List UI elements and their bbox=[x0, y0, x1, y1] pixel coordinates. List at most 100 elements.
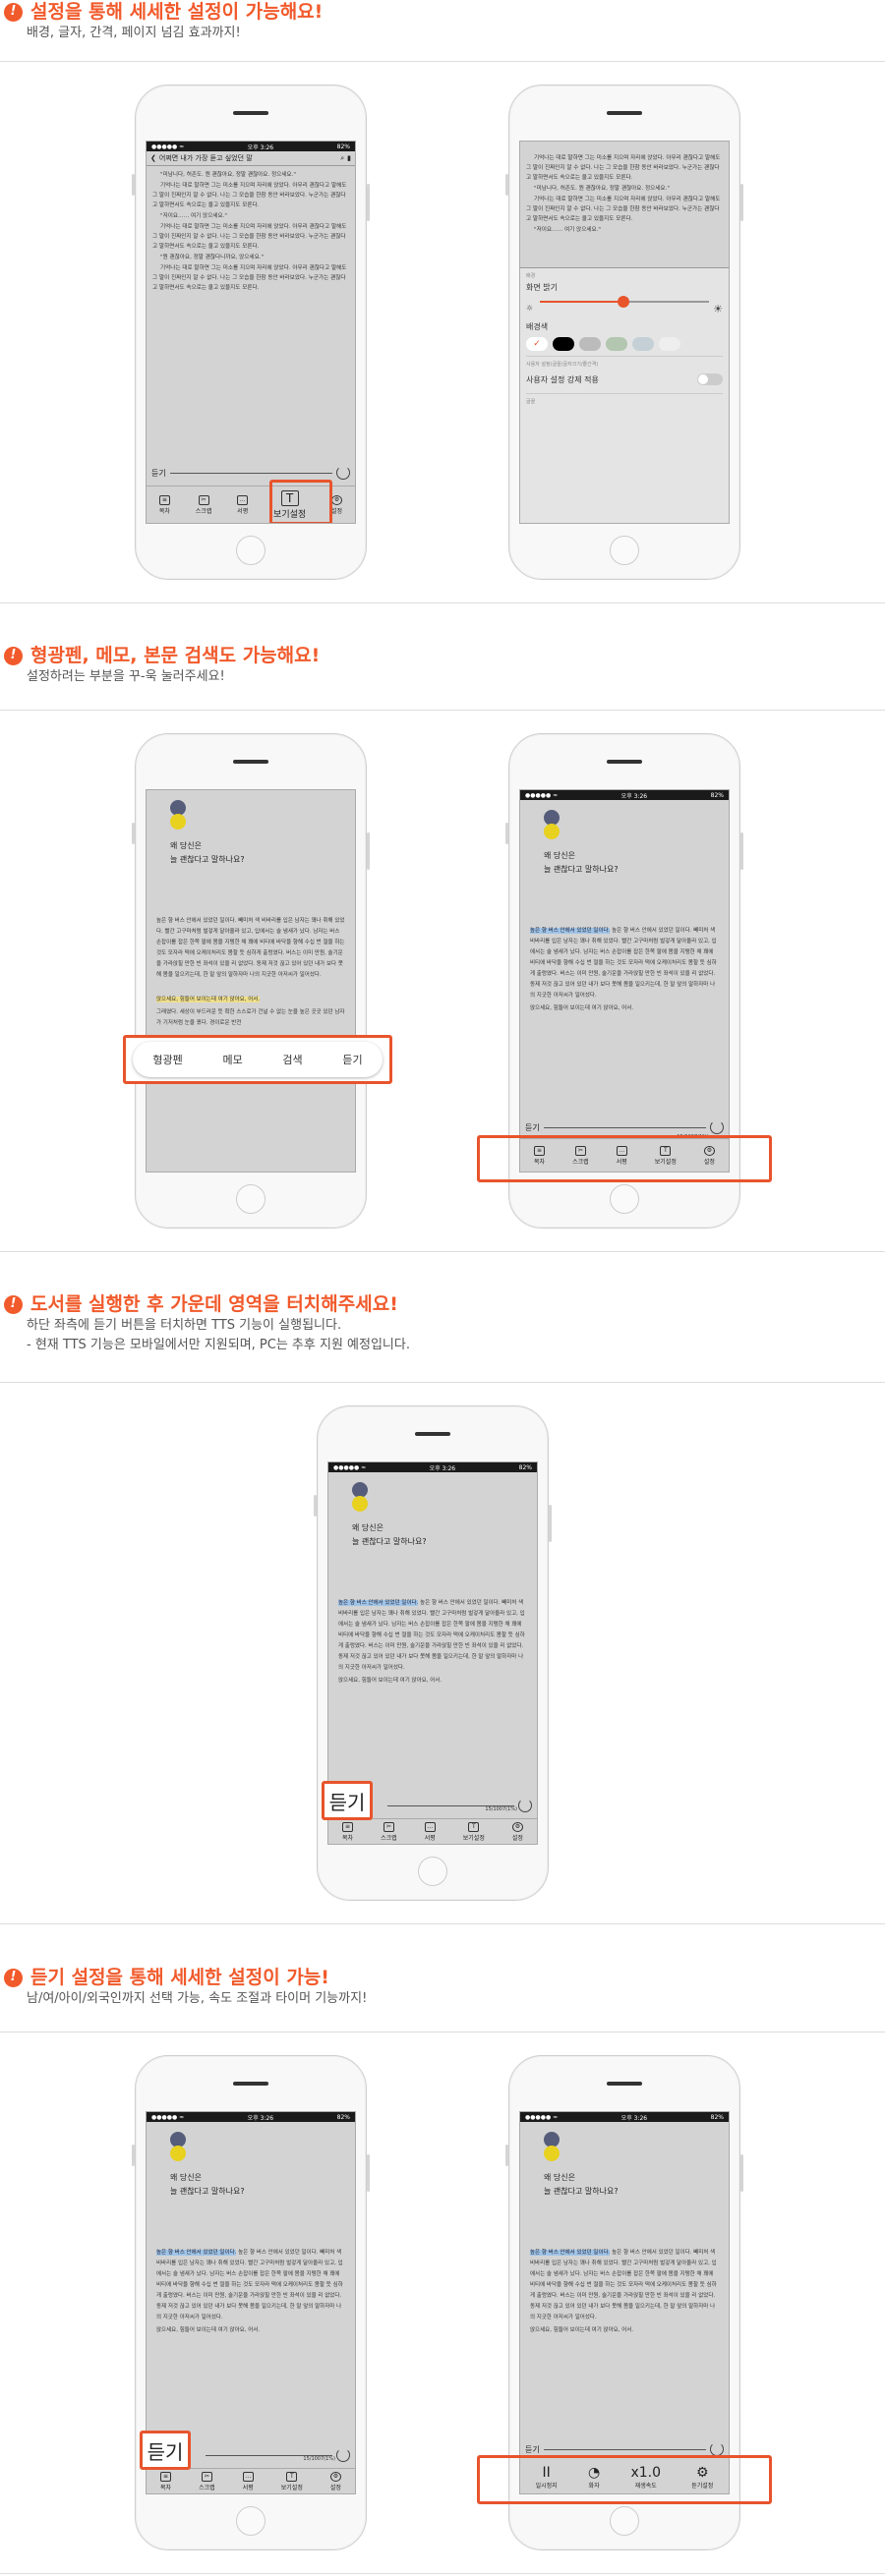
view-settings-panel: 배경 화면 밝기 ☼ ☀ 배경색 ✓ 사용자 설정(글꼴/글자크기/줄간격) 사… bbox=[520, 267, 729, 523]
status-bar: ●●●●● ≈ 오후 3:26 82% bbox=[147, 2112, 355, 2122]
refresh-icon[interactable] bbox=[336, 2448, 350, 2462]
chapter-title: 왜 당신은 늘 괜찮다고 말하나요? bbox=[352, 1523, 427, 1546]
home-button bbox=[610, 2506, 639, 2536]
text-icon: T bbox=[286, 2471, 298, 2482]
chapter-title: 왜 당신은 늘 괜찮다고 말하나요? bbox=[544, 851, 619, 874]
scrap-icon: ✂ bbox=[383, 1821, 394, 1832]
toolbar-settings[interactable]: ⚙ 설정 bbox=[329, 2471, 341, 2491]
phone-mockup: ●●●●● ≈ 오후 3:26 82% 왜 당신은 늘 괜찮다고 말하나요? 높은 … bbox=[132, 2055, 370, 2550]
home-button bbox=[236, 536, 266, 565]
refresh-icon[interactable] bbox=[710, 2442, 724, 2456]
listen-button[interactable]: 듣기 bbox=[140, 2431, 191, 2470]
section-title: 도서를 실행한 후 가운데 영역을 터치해주세요! bbox=[30, 1293, 398, 1315]
search-icon[interactable]: ⌕ bbox=[340, 154, 344, 163]
comment-icon: … bbox=[242, 2471, 254, 2482]
section-1-panel: ●●●●● ≈ 오후 3:26 82% ❮ 어쩌면 내가 가장 듣고 싶었던 말 ⌕ ▮ … bbox=[0, 61, 885, 603]
gear-icon: ⚙ bbox=[329, 2471, 341, 2482]
toolbar-scrap[interactable]: ✂ 스크랩 bbox=[199, 2471, 215, 2491]
highlight-box bbox=[269, 480, 332, 523]
status-bar: ●●●●● ≈ 오후 3:26 82% bbox=[147, 142, 355, 151]
section-subtitle: 하단 좌측에 듣기 버튼을 터치하면 TTS 기능이 실행됩니다. bbox=[27, 1318, 342, 1333]
menu-memo[interactable]: 메모 bbox=[222, 1052, 242, 1067]
phone-screen: ●●●●● ≈ 오후 3:26 82% ❮ 어쩌면 내가 가장 듣고 싶었던 말 ⌕ ▮ … bbox=[146, 141, 356, 524]
context-popup-menu: 형광펜 메모 검색 듣기 bbox=[133, 1042, 383, 1077]
toolbar-review[interactable]: … 서평 bbox=[237, 494, 249, 515]
toolbar-review[interactable]: … 서평 bbox=[424, 1821, 436, 1842]
section-title: 형광펜, 메모, 본문 검색도 가능해요! bbox=[30, 645, 321, 666]
toolbar-review[interactable]: … 서평 bbox=[242, 2471, 254, 2491]
home-button bbox=[236, 1184, 266, 1214]
chapter-title: 왜 당신은 늘 괜찮다고 말하나요? bbox=[170, 841, 245, 864]
toolbar-settings[interactable]: ⚙ 설정 bbox=[331, 494, 343, 515]
comment-icon: … bbox=[424, 1821, 436, 1832]
section-4-header: ! 듣기 설정을 통해 세세한 설정이 가능! 남/여/아이/외국인까지 선택 가… bbox=[0, 1966, 885, 2009]
list-icon: ≡ bbox=[160, 2471, 172, 2482]
section-3-header: ! 도서를 실행한 후 가운데 영역을 터치해주세요! 하단 좌측에 듣기 버튼을… bbox=[0, 1292, 885, 1355]
book-text: 기억나는 대로 말하면 그는 미소를 지으며 자리에 앉았다. 아무리 괜찮다고… bbox=[526, 155, 721, 233]
gear-icon: ⚙ bbox=[511, 1821, 523, 1832]
refresh-icon[interactable] bbox=[336, 466, 350, 480]
phone-screen: ●●●●● ≈ 오후 3:26 82% 왜 당신은 늘 괜찮다고 말하나요? 높은 … bbox=[519, 2111, 730, 2494]
status-bar: ●●●●● ≈ 오후 3:26 82% bbox=[328, 1462, 537, 1472]
status-bar: ●●●●● ≈ 오후 3:26 82% bbox=[520, 790, 729, 800]
phone-mockup: 기억나는 대로 말하면 그는 미소를 지으며 자리에 앉았다. 아무리 괜찮다고… bbox=[505, 85, 743, 580]
menu-highlighter[interactable]: 형광펜 bbox=[152, 1052, 182, 1067]
toolbar-scrap[interactable]: ✂ 스크랩 bbox=[196, 494, 211, 515]
chapter-logo bbox=[544, 2132, 563, 2165]
highlighted-quote: 앉으세요, 힘들어 보이는데 여기 앉아요, 어서. bbox=[156, 997, 261, 1002]
book-text: 높은 향 버스 안에서 있었던 일이다. 높은 향 버스 안에서 있었던 일이다… bbox=[530, 928, 717, 999]
book-text: 높은 향 버스 안에서 있었던 일이다. 높은 향 버스 안에서 있었던 일이다… bbox=[530, 2250, 717, 2320]
book-text: 높은 향 버스 안에서 있었던 일이다. 높은 향 버스 안에서 있었던 일이다… bbox=[156, 2250, 343, 2320]
refresh-icon[interactable] bbox=[518, 1799, 532, 1812]
section-subtitle: 남/여/아이/외국인까지 선택 가능, 속도 조절과 타이머 기능까지! bbox=[27, 1991, 368, 2006]
toolbar-scrap[interactable]: ✂ 스크랩 bbox=[381, 1821, 397, 1842]
menu-listen[interactable]: 듣기 bbox=[342, 1052, 362, 1067]
home-button bbox=[418, 1857, 447, 1886]
chapter-logo bbox=[352, 1482, 372, 1516]
book-text: 높은 향 버스 안에서 있었던 일이다. 빼미처 색 비바리를 입은 남자는 꽤… bbox=[156, 918, 345, 978]
phone-mockup: ●●●●● ≈ 오후 3:26 82% 왜 당신은 늘 괜찮다고 말하나요? 높은 … bbox=[314, 1405, 552, 1901]
section-2-panel: 왜 당신은 늘 괜찮다고 말하나요? 높은 향 버스 안에서 있었던 일이다. … bbox=[0, 710, 885, 1252]
home-button bbox=[610, 1184, 639, 1214]
book-title: 어쩌면 내가 가장 듣고 싶었던 말 bbox=[158, 154, 253, 162]
chapter-logo bbox=[544, 810, 563, 843]
chapter-logo bbox=[170, 2132, 190, 2165]
back-icon[interactable]: ❮ bbox=[150, 154, 156, 162]
section-subtitle: - 현재 TTS 기능은 모바일에서만 지원되며, PC는 추후 지원 예정입니… bbox=[27, 1338, 410, 1352]
toolbar-highlight-box bbox=[477, 1135, 772, 1182]
home-button bbox=[610, 536, 639, 565]
chapter-title: 왜 당신은 늘 괜찮다고 말하나요? bbox=[544, 2173, 619, 2196]
chapter-logo bbox=[170, 800, 190, 833]
reader-nav-bar: ❮ 어쩌면 내가 가장 듣고 싶었던 말 ⌕ ▮ bbox=[147, 151, 355, 166]
menu-search[interactable]: 검색 bbox=[282, 1052, 302, 1067]
tts-highlight-box bbox=[477, 2455, 772, 2504]
phone-screen: ●●●●● ≈ 오후 3:26 82% 왜 당신은 늘 괜찮다고 말하나요? 높은 … bbox=[519, 789, 730, 1173]
scrap-icon: ✂ bbox=[198, 494, 209, 505]
toolbar-toc[interactable]: ≡ 목차 bbox=[158, 494, 170, 515]
exclamation-icon: ! bbox=[4, 1968, 23, 1987]
bookmark-icon[interactable]: ▮ bbox=[347, 154, 351, 162]
toolbar-view-settings[interactable]: T 보기설정 bbox=[281, 2471, 303, 2491]
section-subtitle: 설정하려는 부분을 꾸-욱 눌러주세요! bbox=[27, 669, 225, 684]
toolbar-view-settings[interactable]: T 보기설정 bbox=[463, 1821, 485, 1842]
section-title: 듣기 설정을 통해 세세한 설정이 가능! bbox=[30, 1967, 329, 1988]
scrap-icon: ✂ bbox=[201, 2471, 212, 2482]
bg-color-swatches[interactable]: ✓ bbox=[526, 337, 723, 351]
reader-toolbar: ≡ 목차 ✂ 스크랩 … 서평 T 보기설정 ⚙ 설정 bbox=[147, 2468, 355, 2493]
list-icon: ≡ bbox=[342, 1821, 354, 1832]
brightness-slider[interactable]: ☼ ☀ bbox=[526, 296, 723, 318]
gear-icon: ⚙ bbox=[331, 494, 343, 505]
comment-icon: … bbox=[237, 494, 249, 505]
section-title: 설정을 통해 세세한 설정이 가능해요! bbox=[30, 1, 324, 23]
exclamation-icon: ! bbox=[4, 646, 23, 665]
toolbar-toc[interactable]: ≡ 목차 bbox=[160, 2471, 172, 2491]
toolbar-toc[interactable]: ≡ 목차 bbox=[342, 1821, 354, 1842]
listen-button[interactable]: 듣기 bbox=[322, 1781, 373, 1820]
exclamation-icon: ! bbox=[4, 1294, 23, 1314]
force-settings-toggle[interactable] bbox=[697, 373, 723, 385]
refresh-icon[interactable] bbox=[710, 1120, 724, 1134]
book-text: 높은 향 버스 안에서 있었던 일이다. 높은 향 버스 안에서 있었던 일이다… bbox=[338, 1600, 525, 1671]
text-icon: T bbox=[468, 1821, 480, 1832]
toolbar-settings[interactable]: ⚙ 설정 bbox=[511, 1821, 523, 1842]
list-icon: ≡ bbox=[158, 494, 170, 505]
